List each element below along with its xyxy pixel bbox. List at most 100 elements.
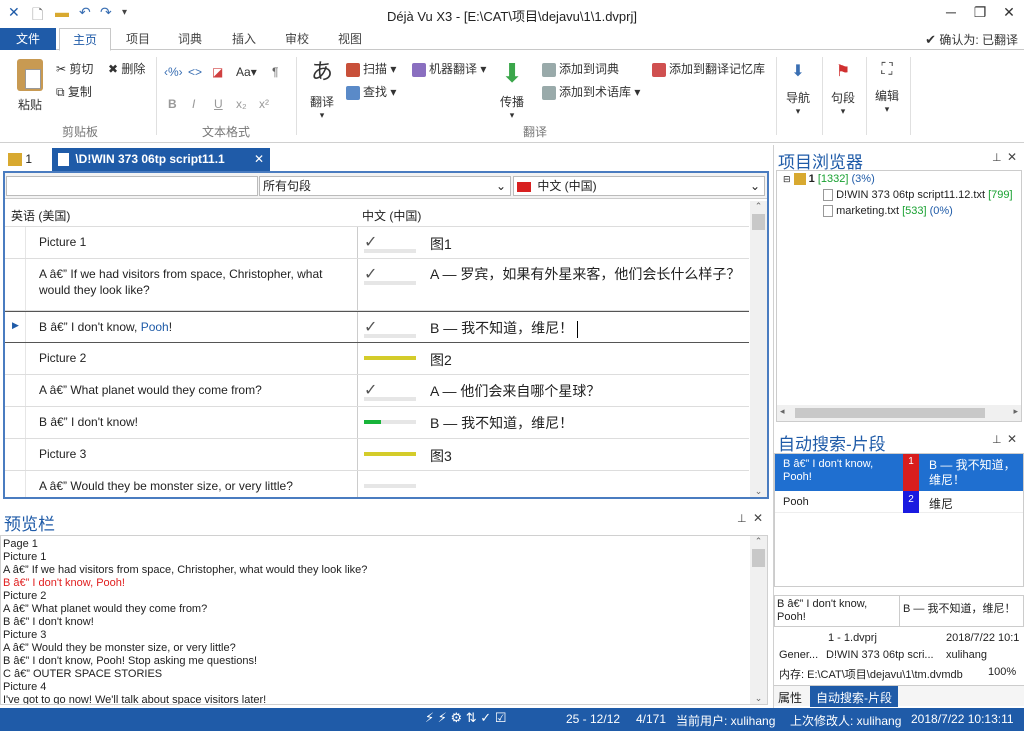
preview-scrollbar[interactable]: ⌃ ⌄ [750, 536, 767, 704]
close-tab-icon[interactable]: ✕ [254, 148, 264, 171]
paste-button[interactable]: 粘贴 [10, 59, 50, 113]
tab-document[interactable]: \D!WIN 373 06tp script11.1 ✕ [52, 148, 270, 171]
segment-button[interactable]: ⚑ 句段 ▾ [826, 61, 860, 117]
machine-translation-button[interactable]: 机器翻译 ▾ [412, 60, 486, 77]
table-row[interactable]: Picture 1 ✓ 图1 [5, 227, 749, 259]
list-item[interactable]: B â€” I don't know, Pooh! 1 B — 我不知道，维尼！ [775, 454, 1023, 491]
collapse-icon[interactable]: ⊟ [783, 174, 791, 184]
language-select[interactable]: 中文 (中国) ⌄ [513, 176, 765, 196]
scroll-left-icon[interactable]: ◂ [780, 406, 785, 417]
copy-button[interactable]: ⧉ 复制 [56, 83, 92, 100]
row-gutter [25, 471, 26, 497]
table-row[interactable]: A â€” Would they be monster size, or ver… [5, 471, 749, 497]
pilcrow-icon[interactable]: ¶ [272, 65, 278, 79]
preview-line: I've got to go now! We'll talk about spa… [3, 694, 267, 705]
source-cell[interactable]: Picture 2 [39, 351, 357, 365]
target-cell[interactable]: 图3 [430, 446, 745, 466]
translate-button[interactable]: あ 翻译 ▾ [302, 57, 342, 121]
autosearch-detail: B â€” I don't know, Pooh! B — 我不知道，维尼！ [774, 595, 1024, 627]
tree-item-file[interactable]: D!WIN 373 06tp script11.12.txt [799] [823, 189, 1013, 202]
tab-file[interactable]: 文件 [0, 28, 56, 50]
source-cell[interactable]: Picture 3 [39, 447, 357, 461]
filter-text-input[interactable] [6, 176, 258, 196]
table-row[interactable]: A â€” What planet would they come from? … [5, 375, 749, 407]
list-item[interactable]: Pooh 2 维尼 [775, 491, 1023, 513]
scrollbar-thumb[interactable] [795, 408, 985, 418]
scroll-down-icon[interactable]: ⌄ [750, 486, 767, 497]
underline-button[interactable]: U [214, 97, 223, 111]
target-cell[interactable]: 图1 [430, 234, 745, 254]
subscript-button[interactable]: x₂ [236, 97, 247, 111]
pin-icon[interactable]: ⊥ [992, 433, 1002, 446]
tree-root[interactable]: ⊟ 1 [1332] (3%) [783, 173, 875, 186]
target-cell[interactable]: 图2 [430, 350, 745, 370]
eraser-icon[interactable]: ◪ [212, 65, 223, 79]
scroll-up-icon[interactable]: ⌃ [750, 201, 767, 212]
add-to-dictionary-button[interactable]: 添加到词典 [542, 60, 619, 77]
tab-project-1[interactable]: 1 [8, 148, 48, 171]
source-cell[interactable]: B â€” I don't know, Pooh! [39, 320, 357, 334]
scan-button[interactable]: 扫描 ▾ [346, 60, 396, 77]
column-headers: 英语 (美国) 中文 (中国) [5, 201, 749, 227]
close-window-icon[interactable]: ✕ [995, 4, 1023, 21]
cut-button[interactable]: ✂ 剪切 [56, 60, 93, 77]
close-panel-icon[interactable]: ✕ [753, 511, 763, 525]
find-button[interactable]: 查找 ▾ [346, 83, 396, 100]
navigate-button[interactable]: ⬇ 导航 ▾ [781, 61, 815, 117]
segment-filter-select[interactable]: 所有句段 ⌄ [259, 176, 511, 196]
source-cell[interactable]: Picture 1 [39, 235, 357, 249]
scroll-right-icon[interactable]: ▸ [1013, 406, 1018, 417]
source-cell[interactable]: A â€” If we had visitors from space, Chr… [39, 266, 357, 298]
confirm-as-button[interactable]: ✔ 确认为: 已翻译 [925, 31, 1018, 48]
tree-hscrollbar[interactable]: ◂ ▸ [777, 405, 1021, 421]
table-row[interactable]: Picture 2 图2 [5, 343, 749, 375]
restore-icon[interactable]: ❐ [966, 4, 994, 21]
current-row-arrow-icon: ▶ [12, 320, 19, 330]
tag-right-icon[interactable]: <> [188, 65, 202, 79]
close-panel-icon[interactable]: ✕ [1007, 432, 1017, 446]
target-cell[interactable]: B — 我不知道，维尼！ [430, 413, 745, 433]
scroll-down-icon[interactable]: ⌄ [750, 693, 767, 704]
table-row-active[interactable]: ▶ B â€” I don't know, Pooh! ✓ B — 我不知道，维… [5, 311, 749, 343]
delete-button[interactable]: ✖ 删除 [108, 60, 145, 77]
add-to-tm-button[interactable]: 添加到翻译记忆库 [652, 60, 765, 77]
target-cell[interactable]: B — 我不知道，维尼！ [430, 318, 745, 338]
table-row[interactable]: A â€” If we had visitors from space, Chr… [5, 259, 749, 311]
chevron-down-icon: ⌄ [749, 179, 760, 193]
tab-project[interactable]: 项目 [116, 28, 160, 50]
italic-button[interactable]: I [192, 97, 195, 111]
tab-insert[interactable]: 插入 [222, 28, 266, 50]
tab-review[interactable]: 审校 [275, 28, 319, 50]
close-panel-icon[interactable]: ✕ [1007, 150, 1017, 164]
tab-home[interactable]: 主页 [59, 28, 111, 51]
grid-scrollbar[interactable]: ⌃ ⌄ [750, 201, 767, 497]
project-tree: ⊟ 1 [1332] (3%) D!WIN 373 06tp script11.… [776, 170, 1022, 422]
pin-icon[interactable]: ⊥ [737, 512, 747, 525]
status-tool-icons[interactable]: ⚡ ⚡ ⚙ ⇅ ✓ ☑ [425, 710, 506, 726]
tree-item-file[interactable]: marketing.txt [533] (0%) [823, 205, 953, 218]
table-row[interactable]: Picture 3 图3 [5, 439, 749, 471]
source-cell[interactable]: A â€” What planet would they come from? [39, 383, 357, 397]
scrollbar-thumb[interactable] [752, 214, 765, 230]
bold-button[interactable]: B [168, 97, 177, 111]
tab-autosearch[interactable]: 自动搜索-片段 [810, 686, 898, 707]
minimize-icon[interactable]: ─ [937, 4, 965, 20]
tab-view[interactable]: 视图 [328, 28, 372, 50]
scrollbar-thumb[interactable] [752, 549, 765, 567]
source-cell[interactable]: A â€” Would they be monster size, or ver… [39, 479, 357, 493]
pin-icon[interactable]: ⊥ [992, 151, 1002, 164]
tab-dictionary[interactable]: 词典 [168, 28, 212, 50]
source-cell[interactable]: B â€” I don't know! [39, 415, 357, 429]
preview-line: C â€” OUTER SPACE STORIES [3, 668, 163, 680]
tab-properties[interactable]: 属性 [778, 689, 802, 706]
add-to-termbase-button[interactable]: 添加到术语库 ▾ [542, 83, 640, 100]
propagate-button[interactable]: ⬇ 传播 ▾ [494, 57, 530, 121]
scroll-up-icon[interactable]: ⌃ [750, 536, 767, 547]
superscript-button[interactable]: x² [259, 97, 269, 111]
table-row[interactable]: B â€” I don't know! B — 我不知道，维尼！ [5, 407, 749, 439]
target-cell[interactable]: A — 罗宾，如果有外星来客，他们会长什么样子？ [430, 264, 745, 285]
edit-button[interactable]: ⛶ 编辑 ▾ [870, 61, 904, 115]
font-size-button[interactable]: Aa▾ [236, 65, 257, 79]
tag-left-icon[interactable]: ‹%› [164, 65, 183, 79]
target-cell[interactable]: A — 他们会来自哪个星球？ [430, 381, 745, 401]
